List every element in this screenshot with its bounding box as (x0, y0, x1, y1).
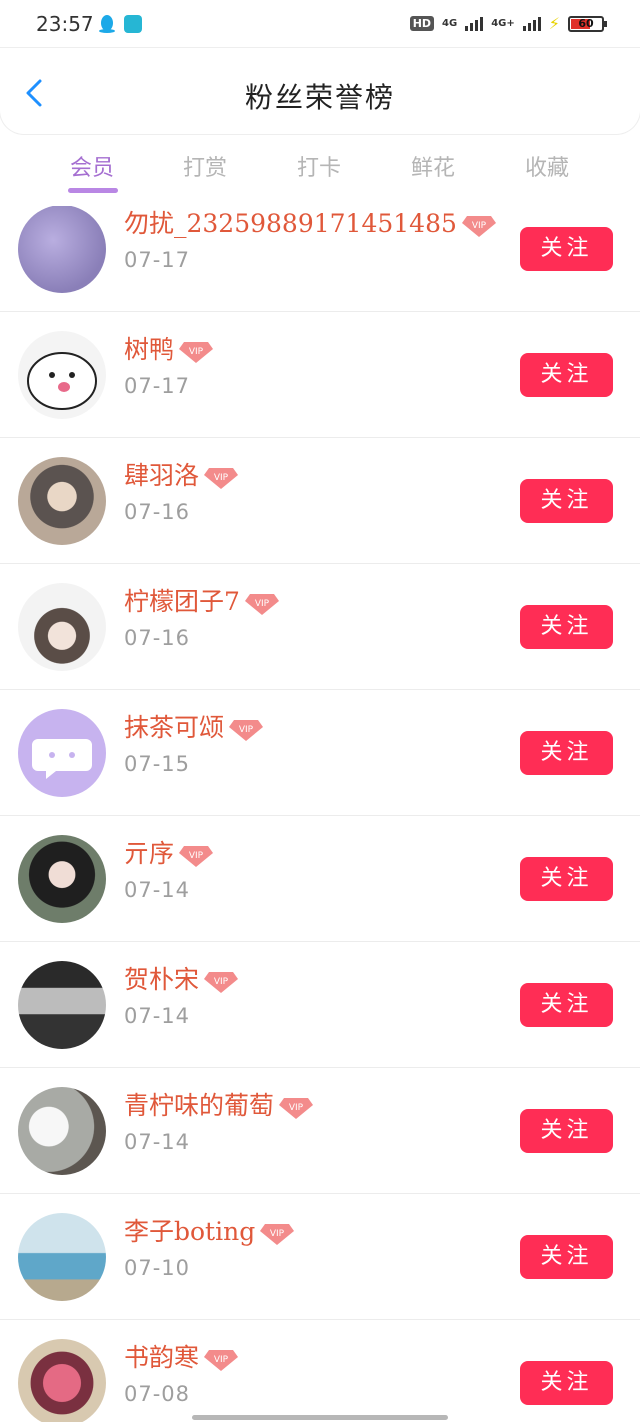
vip-gem-icon: VIP (244, 593, 279, 615)
vip-gem-icon: VIP (279, 1097, 314, 1119)
svg-text:VIP: VIP (270, 1229, 285, 1239)
signal-icon (522, 16, 541, 31)
list-item[interactable]: 青柠味的葡萄 VIP 07-14 关注 (0, 1068, 640, 1194)
qq-icon (99, 15, 115, 33)
page-title: 粉丝荣誉榜 (244, 81, 395, 114)
fan-list: 勿扰_2325988917145148​5 VIP 07-17 关注 树鸭 VIP … (0, 206, 640, 1422)
avatar[interactable] (18, 206, 106, 293)
date: 07-15 (124, 752, 191, 776)
tab-favorite[interactable]: 收藏 (502, 150, 592, 182)
list-item[interactable]: 抹茶可颂 VIP 07-15 关注 (0, 690, 640, 816)
avatar[interactable] (18, 1087, 106, 1175)
follow-button[interactable]: 关注 (520, 227, 613, 271)
vip-gem-icon: VIP (229, 719, 264, 741)
follow-button[interactable]: 关注 (520, 1235, 613, 1279)
svg-text:VIP: VIP (239, 725, 254, 735)
avatar[interactable] (18, 709, 106, 797)
chat-bubble-icon (32, 739, 92, 779)
tab-bar: 会员 打赏 打卡 鲜花 收藏 (0, 140, 640, 196)
home-app-icon (124, 15, 142, 33)
tab-flower[interactable]: 鲜花 (388, 150, 478, 182)
list-item[interactable]: 书韵寒 VIP 07-08 关注 (0, 1320, 640, 1422)
status-time: 23:57 (36, 12, 94, 36)
status-indicators: HD 4G 4G+ ⚡ 60 (409, 14, 607, 33)
user-name: 肆羽洛 VIP (124, 456, 239, 492)
follow-button[interactable]: 关注 (520, 479, 613, 523)
avatar[interactable] (18, 583, 106, 671)
svg-text:VIP: VIP (189, 347, 204, 357)
svg-text:VIP: VIP (255, 599, 270, 609)
follow-button[interactable]: 关注 (520, 1109, 613, 1153)
signal-icon (465, 16, 484, 31)
list-item[interactable]: 柠檬团子7 VIP 07-16 关注 (0, 564, 640, 690)
vip-gem-icon: VIP (204, 971, 239, 993)
vip-gem-icon: VIP (461, 215, 496, 237)
avatar[interactable] (18, 1339, 106, 1422)
follow-button[interactable]: 关注 (520, 605, 613, 649)
follow-button[interactable]: 关注 (520, 983, 613, 1027)
ghost-sticker-icon (27, 352, 97, 410)
active-tab-indicator (68, 188, 118, 193)
tab-tip[interactable]: 打赏 (160, 150, 250, 182)
avatar[interactable] (18, 835, 106, 923)
sim2-label: 4G+ (491, 18, 515, 29)
svg-text:VIP: VIP (214, 1355, 229, 1365)
svg-text:VIP: VIP (214, 473, 229, 483)
vip-gem-icon: VIP (179, 341, 214, 363)
avatar[interactable] (18, 457, 106, 545)
list-item[interactable]: 贺朴宋 VIP 07-14 关注 (0, 942, 640, 1068)
date: 07-17 (124, 374, 191, 398)
date: 07-14 (124, 1130, 191, 1154)
user-name: 抹茶可颂 VIP (124, 708, 264, 744)
date: 07-14 (124, 1004, 191, 1028)
follow-button[interactable]: 关注 (520, 731, 613, 775)
battery-level: 60 (578, 16, 594, 30)
user-name: 书韵寒 VIP (124, 1338, 239, 1374)
hd-badge: HD (409, 16, 435, 31)
sim1-label: 4G (442, 18, 458, 29)
list-item[interactable]: 肆羽洛 VIP 07-16 关注 (0, 438, 640, 564)
user-name: 李子boting VIP (124, 1212, 295, 1248)
date: 07-16 (124, 626, 191, 650)
user-name: 柠檬团子7 VIP (124, 582, 280, 618)
follow-button[interactable]: 关注 (520, 857, 613, 901)
date: 07-16 (124, 500, 191, 524)
tab-member[interactable]: 会员 (47, 150, 137, 182)
status-bar: 23:57 HD 4G 4G+ ⚡ 60 (0, 0, 640, 50)
battery-icon: 60 (568, 15, 607, 32)
date: 07-14 (124, 878, 191, 902)
list-item[interactable]: 勿扰_2325988917145148​5 VIP 07-17 关注 (0, 206, 640, 312)
date: 07-08 (124, 1382, 191, 1406)
follow-button[interactable]: 关注 (520, 1361, 613, 1405)
user-name: 贺朴宋 VIP (124, 960, 239, 996)
home-indicator[interactable] (192, 1415, 448, 1420)
date: 07-10 (124, 1256, 191, 1280)
svg-text:VIP: VIP (472, 221, 487, 231)
vip-gem-icon: VIP (204, 467, 239, 489)
list-item[interactable]: 亓序 VIP 07-14 关注 (0, 816, 640, 942)
header: 粉丝荣誉榜 (0, 48, 640, 134)
vip-gem-icon: VIP (204, 1349, 239, 1371)
list-item[interactable]: 李子boting VIP 07-10 关注 (0, 1194, 640, 1320)
avatar[interactable] (18, 331, 106, 419)
avatar[interactable] (18, 1213, 106, 1301)
tab-checkin[interactable]: 打卡 (274, 150, 364, 182)
user-name: 勿扰_2325988917145148​5 VIP (124, 206, 497, 240)
vip-gem-icon: VIP (260, 1223, 295, 1245)
svg-text:VIP: VIP (289, 1103, 304, 1113)
user-name: 亓序 VIP (124, 834, 214, 870)
follow-button[interactable]: 关注 (520, 353, 613, 397)
avatar[interactable] (18, 961, 106, 1049)
user-name: 青柠味的葡萄 VIP (124, 1086, 314, 1122)
user-name: 树鸭 VIP (124, 330, 214, 366)
svg-text:VIP: VIP (214, 977, 229, 987)
date: 07-17 (124, 248, 191, 272)
vip-gem-icon: VIP (179, 845, 214, 867)
svg-text:VIP: VIP (189, 851, 204, 861)
charging-icon: ⚡ (548, 14, 560, 33)
list-item[interactable]: 树鸭 VIP 07-17 关注 (0, 312, 640, 438)
